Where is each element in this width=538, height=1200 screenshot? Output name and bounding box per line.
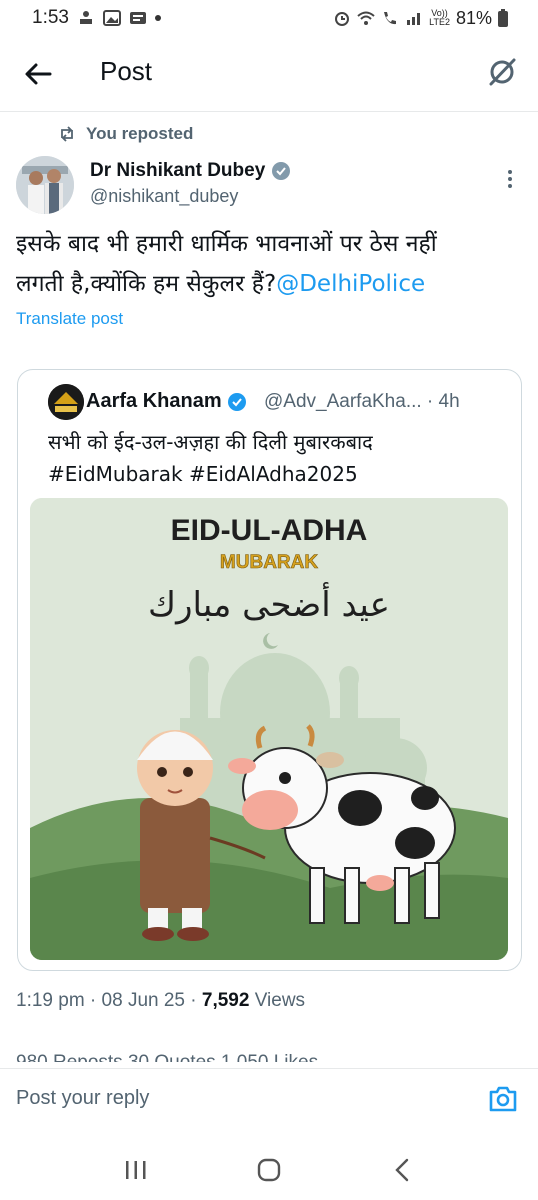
back-icon [394,1158,408,1182]
views-count[interactable]: 7,592 [202,990,250,1011]
arrow-left-icon[interactable] [22,58,54,90]
signal-icon [407,13,421,25]
post-text-line2: लगती है,क्योंकि हम सेकुलर हैं?@DelhiPoli… [16,264,516,304]
engagement-stats-partial: 980 Reposts 30 Quotes 1,050 Likes [16,1050,522,1062]
recent-apps-icon [126,1161,146,1179]
quote-image[interactable]: EID-UL-ADHA MUBARAK عيد أضحى مبارك [30,498,508,960]
quote-text: सभी को ईद-उल-अज़हा की दिली मुबारकबाद #Ei… [48,426,508,490]
post-text-line1: इसके बाद भी हमारी धार्मिक भावनाओं पर ठेस… [16,231,437,257]
dot-icon [154,15,161,21]
reply-input[interactable]: Post your reply [16,1087,149,1110]
quote-avatar-image [48,384,84,420]
eid-illustration: EID-UL-ADHA MUBARAK عيد أضحى مبارك [30,498,508,960]
battery-percent: 81% [455,7,492,28]
author-name[interactable]: Dr Nishikant Dubey [90,160,291,182]
verified-badge-icon [227,392,246,411]
back-button[interactable] [382,1150,422,1190]
quote-text-line1: सभी को ईद-उल-अज़हा की दिली मुबारकबाद [48,430,373,454]
repost-indicator: You reposted [58,124,193,144]
page-title: Post [100,56,153,86]
views-label: Views [249,990,306,1011]
translate-post-link[interactable]: Translate post [16,309,123,329]
timestamp-views: 1:19 pm · 08 Jun 25 · 7,592 Views [16,990,305,1012]
author-name-text: Dr Nishikant Dubey [90,160,266,181]
post-text: इसके बाद भी हमारी धार्मिक भावनाओं पर ठेस… [16,224,516,304]
post-text-line2-body: लगती है,क्योंकि हम सेकुलर हैं? [16,271,277,297]
gallery-icon [102,10,121,26]
avatar[interactable] [16,156,74,214]
author-handle[interactable]: @nishikant_dubey [90,186,238,207]
timestamp: 1:19 pm · 08 Jun 25 · [16,990,202,1011]
repost-label: You reposted [86,124,194,143]
avatar-image [16,156,74,214]
verified-badge-icon [272,162,291,180]
status-left: 1:53 [32,7,161,29]
image-subheadline: MUBARAK [220,552,318,573]
network-label: LTE2 [429,17,450,27]
notification-icon [129,12,146,24]
app-header: Post [0,36,538,112]
camera-icon[interactable] [488,1085,518,1113]
quote-avatar[interactable] [48,384,84,420]
quote-handle-time: @Adv_AarfaKha... · 4h [264,391,460,412]
quote-author-name: Aarfa Khanam [86,390,247,413]
quote-hashtags: #EidMubarak #EidAlAdha2025 [48,462,358,486]
status-time: 1:53 [32,7,69,28]
reply-bar: Post your reply [0,1068,538,1130]
volte-label: Vo)) LTE2 [429,9,450,27]
repost-icon [61,126,73,142]
more-options-icon[interactable] [504,168,516,190]
home-icon [257,1158,281,1182]
grok-icon[interactable] [486,56,518,88]
header-divider [0,111,538,112]
status-right: Vo)) LTE2 81% [333,8,508,29]
call-icon [384,12,397,25]
system-nav-bar [0,1140,538,1200]
alarm-icon [335,12,350,26]
quote-author-name-text: Aarfa Khanam [86,390,222,412]
image-headline: EID-UL-ADHA [171,514,368,547]
battery-icon [498,9,508,27]
wifi-icon [357,11,375,25]
image-arabic: عيد أضحى مبارك [148,582,390,625]
status-bar: 1:53 Vo)) LTE2 81% [0,0,538,36]
recent-apps-button[interactable] [116,1150,156,1190]
mention-link[interactable]: @DelhiPolice [276,271,425,297]
home-button[interactable] [249,1150,289,1190]
engagement-stats-text: 980 Reposts 30 Quotes 1,050 Likes [16,1052,318,1062]
government-app-icon [79,11,92,24]
quoted-post[interactable]: Aarfa Khanam @Adv_AarfaKha... · 4h सभी क… [17,369,522,971]
